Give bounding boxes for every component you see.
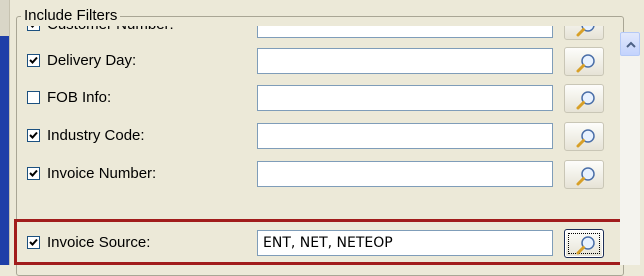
invoice-source-checkbox[interactable] [27,236,40,249]
filter-row-industry-code: Industry Code: [20,122,618,152]
left-panel-edge [0,0,10,265]
customer-number-input[interactable] [257,26,553,38]
delivery-day-checkbox[interactable] [27,54,40,67]
checkmark-icon [29,169,38,177]
delivery-day-lookup-button[interactable] [564,47,604,76]
scroll-up-arrow-icon [626,41,636,48]
fob-info-lookup-button[interactable] [564,84,604,113]
magnifier-icon [576,129,595,148]
invoice-number-checkbox[interactable] [27,167,40,180]
industry-code-input[interactable] [257,123,553,149]
customer-number-lookup-button[interactable] [564,26,604,40]
magnifier-icon [576,167,595,186]
customer-number-checkbox[interactable] [27,26,40,31]
industry-code-lookup-button[interactable] [564,122,604,151]
filter-row-delivery-day: Delivery Day: [20,47,618,77]
vertical-scrollbar[interactable] [620,32,640,265]
delivery-day-input[interactable] [257,48,553,74]
invoice-source-label: Invoice Source: [47,234,151,251]
invoice-number-lookup-button[interactable] [564,160,604,189]
magnifier-icon [576,26,595,37]
invoice-number-label: Invoice Number: [47,165,157,182]
fob-info-checkbox[interactable] [27,91,40,104]
customer-number-label: Customer Number: [47,26,174,34]
invoice-source-lookup-button[interactable] [564,229,604,258]
magnifier-icon [576,236,595,255]
scroll-up-button[interactable] [620,32,640,56]
filter-row-customer-number: Customer Number: [20,26,618,41]
industry-code-checkbox[interactable] [27,129,40,142]
filter-row-invoice-source: Invoice Source: ENT, NET, NETEOP [20,226,618,258]
filters-list: Customer Number: Delivery Day: FOB Info:… [20,26,618,265]
invoice-number-input[interactable] [257,161,553,187]
magnifier-icon [576,54,595,73]
checkmark-icon [30,26,35,28]
magnifier-icon [576,91,595,110]
group-title: Include Filters [21,7,121,24]
checkmark-icon [29,238,38,246]
delivery-day-label: Delivery Day: [47,52,137,69]
checkmark-icon [29,56,38,64]
fob-info-label: FOB Info: [47,89,112,106]
filter-row-invoice-number: Invoice Number: [20,160,618,190]
checkmark-icon [29,131,38,139]
invoice-source-input[interactable]: ENT, NET, NETEOP [257,230,553,256]
industry-code-label: Industry Code: [47,127,145,144]
fob-info-input[interactable] [257,85,553,111]
filter-row-fob-info: FOB Info: [20,84,618,114]
left-panel-selection [0,36,9,265]
